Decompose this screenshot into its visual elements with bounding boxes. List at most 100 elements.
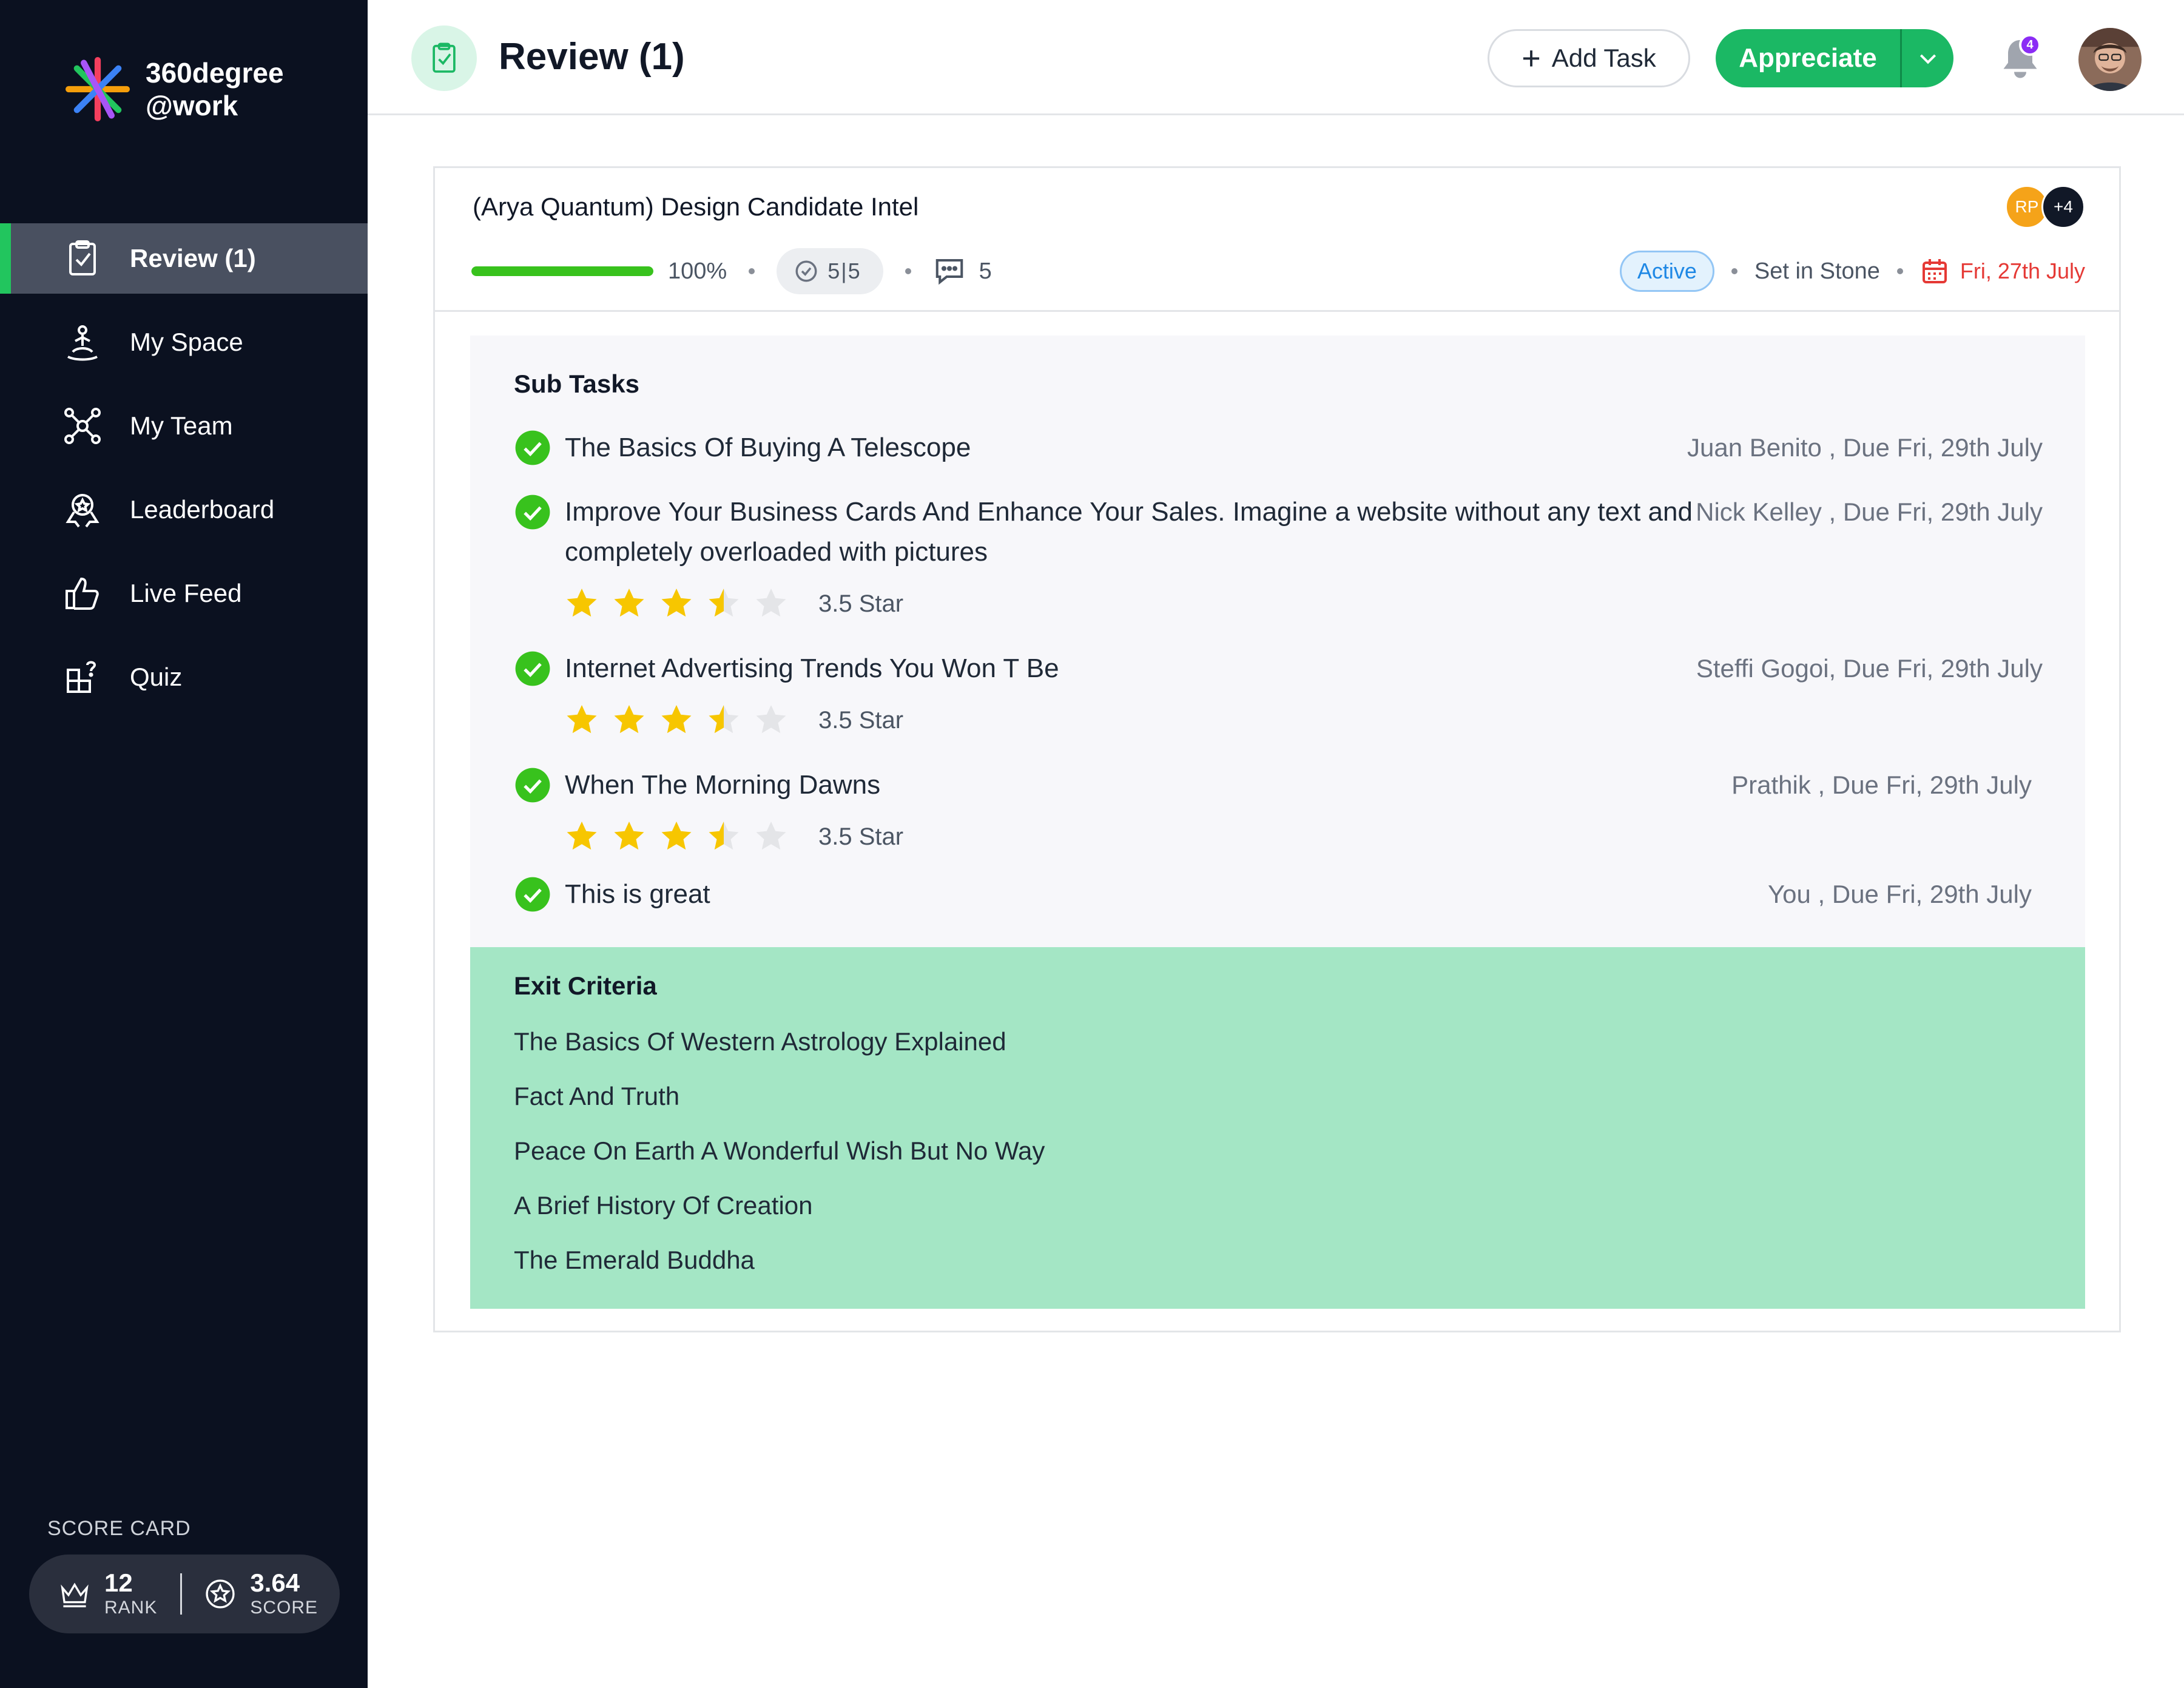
exit-criteria-item: The Emerald Buddha xyxy=(514,1246,755,1274)
crown-icon xyxy=(61,1582,89,1607)
award-icon xyxy=(63,490,102,529)
star-rating[interactable]: 3.5 Star xyxy=(564,702,2043,738)
star-icon[interactable] xyxy=(753,702,789,738)
more-assignees-badge[interactable]: +4 xyxy=(2041,185,2085,229)
star-icon[interactable] xyxy=(753,586,789,622)
status-badge[interactable]: Active xyxy=(1619,251,1714,292)
subtask-item[interactable]: The Basics Of Buying A Telescope Juan Be… xyxy=(514,428,2043,468)
brand-line-1: 360degree xyxy=(146,57,284,89)
meta-separator xyxy=(905,268,911,274)
score-label: SCORE xyxy=(250,1598,318,1618)
star-icon[interactable] xyxy=(658,586,695,622)
star-icon[interactable] xyxy=(564,702,600,738)
subtask-item[interactable]: Improve Your Business Cards And Enhance … xyxy=(514,492,2043,622)
subtask-item[interactable]: Internet Advertising Trends You Won T Be… xyxy=(514,649,2043,738)
comment-icon xyxy=(935,258,963,285)
star-icon[interactable] xyxy=(564,819,600,855)
score-divider xyxy=(180,1573,183,1615)
task-category: Set in Stone xyxy=(1754,258,1880,284)
subtask-item[interactable]: This is great You , Due Fri, 29th July xyxy=(514,874,2043,914)
star-rating[interactable]: 3.5 Star xyxy=(564,586,2043,622)
sidebar-item-label: Quiz xyxy=(130,663,183,691)
sidebar-item-leaderboard[interactable]: Leaderboard xyxy=(0,474,368,545)
exit-criteria-item: Peace On Earth A Wonderful Wish But No W… xyxy=(514,1136,1045,1165)
exit-criteria-item: The Basics Of Western Astrology Explaine… xyxy=(514,1027,1006,1056)
score-card[interactable]: 12 RANK 3.64 SCORE xyxy=(29,1555,340,1633)
exit-criteria-title: Exit Criteria xyxy=(514,971,657,1000)
score-card-label: SCORE CARD xyxy=(47,1517,191,1540)
due-date[interactable]: Fri, 27th July xyxy=(1920,257,2085,286)
add-task-label: Add Task xyxy=(1551,44,1656,72)
sidebar: 360degree @work Review (1) My Space My T… xyxy=(0,0,368,1688)
star-icon[interactable] xyxy=(753,819,789,855)
brand-logo[interactable]: 360degree @work xyxy=(63,55,284,124)
sidebar-item-label: Leaderboard xyxy=(130,495,275,524)
star-icon[interactable] xyxy=(706,819,742,855)
assignee-stack[interactable]: RP +4 xyxy=(2005,185,2085,229)
quiz-icon xyxy=(63,658,102,697)
subtask-text: The Basics Of Buying A Telescope xyxy=(565,433,971,462)
progress-fill xyxy=(471,266,653,276)
brand-line-2: @work xyxy=(146,90,238,121)
meta-separator xyxy=(749,268,755,274)
meditation-icon xyxy=(63,323,102,362)
check-circle-icon[interactable] xyxy=(514,650,551,687)
team-network-icon xyxy=(63,407,102,445)
notification-badge: 4 xyxy=(2019,34,2041,56)
check-circle-icon[interactable] xyxy=(514,876,551,913)
sidebar-item-live-feed[interactable]: Live Feed xyxy=(0,558,368,629)
clipboard-check-icon xyxy=(63,239,102,278)
user-avatar[interactable] xyxy=(2078,28,2142,91)
subtask-text: This is great xyxy=(565,879,710,909)
page-icon xyxy=(411,25,477,91)
task-title[interactable]: (Arya Quantum) Design Candidate Intel xyxy=(473,192,918,221)
meta-separator xyxy=(1731,268,1737,274)
star-icon[interactable] xyxy=(611,586,647,622)
task-meta-left: 100% 5|5 5 xyxy=(471,247,992,295)
thumbs-up-icon xyxy=(63,574,102,613)
star-icon[interactable] xyxy=(706,586,742,622)
sidebar-item-label: Review (1) xyxy=(130,244,256,272)
user-avatar-image xyxy=(2078,28,2142,91)
rating-label: 3.5 Star xyxy=(818,590,904,617)
subtasks-title: Sub Tasks xyxy=(514,370,639,398)
comment-count: 5 xyxy=(979,258,992,284)
brand-name: 360degree @work xyxy=(146,56,284,122)
check-circle-icon[interactable] xyxy=(514,766,551,804)
star-rating[interactable]: 3.5 Star xyxy=(564,819,2043,855)
sidebar-item-label: My Team xyxy=(130,411,233,440)
subtask-assignee: Steffi Gogoi, Due Fri, 29th July xyxy=(1696,654,2043,683)
add-task-button[interactable]: + Add Task xyxy=(1488,29,1690,87)
star-icon[interactable] xyxy=(611,819,647,855)
check-circle-icon[interactable] xyxy=(514,493,551,531)
appreciate-dropdown-toggle[interactable] xyxy=(1902,29,1953,87)
asterisk-logo-icon xyxy=(65,56,130,122)
appreciate-split-button: Appreciate xyxy=(1716,29,1953,87)
checklist-count: 5|5 xyxy=(827,258,861,283)
calendar-icon xyxy=(1922,259,1947,283)
appreciate-button[interactable]: Appreciate xyxy=(1716,29,1900,87)
check-circle-icon[interactable] xyxy=(514,429,551,467)
star-icon[interactable] xyxy=(611,702,647,738)
score-block: 3.64 SCORE xyxy=(250,1569,318,1619)
exit-criteria-item: A Brief History Of Creation xyxy=(514,1191,813,1220)
rating-label: 3.5 Star xyxy=(818,706,904,734)
progress-percent: 100% xyxy=(668,258,727,284)
exit-criteria-item: Fact And Truth xyxy=(514,1082,680,1110)
comments-count[interactable]: 5 xyxy=(933,255,992,288)
star-icon[interactable] xyxy=(658,819,695,855)
sidebar-item-my-space[interactable]: My Space xyxy=(0,307,368,377)
subtask-assignee: Nick Kelley , Due Fri, 29th July xyxy=(1696,498,2043,526)
sidebar-item-review[interactable]: Review (1) xyxy=(0,223,368,294)
sidebar-item-my-team[interactable]: My Team xyxy=(0,391,368,461)
star-icon[interactable] xyxy=(706,702,742,738)
star-icon[interactable] xyxy=(658,702,695,738)
star-icon[interactable] xyxy=(564,586,600,622)
subtask-item[interactable]: When The Morning Dawns Prathik , Due Fri… xyxy=(514,765,2043,855)
task-meta-right: Active Set in Stone Fri, 27th July xyxy=(1619,247,2085,295)
checklist-chip[interactable]: 5|5 xyxy=(777,248,883,294)
subtask-text: When The Morning Dawns xyxy=(565,770,881,800)
subtask-assignee: Prathik , Due Fri, 29th July xyxy=(1731,771,2032,799)
sidebar-item-label: My Space xyxy=(130,328,243,356)
sidebar-item-quiz[interactable]: Quiz xyxy=(0,642,368,712)
